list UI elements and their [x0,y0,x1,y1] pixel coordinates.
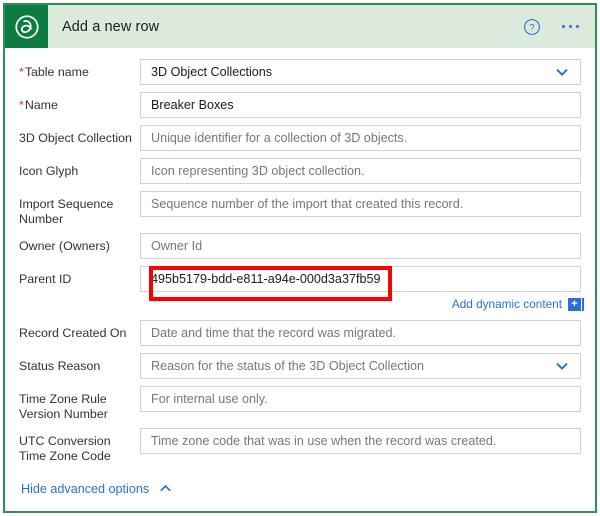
chevron-down-icon[interactable] [552,354,572,378]
card-title: Add a new row [62,18,160,35]
add-dynamic-content-row: Add dynamic content + [5,295,595,313]
field-utc-conversion-time-zone-code[interactable]: Time zone code that was in use when the … [140,428,581,454]
field-placeholder-utc-conversion-time-zone-code: Time zone code that was in use when the … [151,434,497,448]
required-asterisk: * [19,65,24,79]
form-row-status-reason: Status Reason Reason for the status of t… [5,353,595,379]
card-header: Add a new row ? [5,5,595,48]
form-row-owner-owners: Owner (Owners) Owner Id [5,233,595,259]
field-placeholder-3d-object-collection: Unique identifier for a collection of 3D… [151,131,408,145]
field-value-parent-id: 495b5179-bdd-e811-a94e-000d3a37fb59 [151,272,381,286]
form-row-import-sequence-number: Import Sequence Number Sequence number o… [5,191,595,226]
chevron-down-icon[interactable] [552,60,572,84]
field-label-3d-object-collection: 3D Object Collection [19,131,132,145]
svg-text:?: ? [529,22,534,33]
field-value-table-name: 3D Object Collections [151,65,273,79]
field-3d-object-collection[interactable]: Unique identifier for a collection of 3D… [140,125,581,151]
form-row-name: *Name Breaker Boxes [5,92,595,118]
hide-advanced-options-link[interactable]: Hide advanced options [21,482,149,496]
form-row-icon-glyph: Icon Glyph Icon representing 3D object c… [5,158,595,184]
add-dynamic-content-link[interactable]: Add dynamic content [452,297,562,311]
field-table-name[interactable]: 3D Object Collections [140,59,581,85]
advanced-options-toggle-row: Hide advanced options [5,470,595,496]
help-circle-icon[interactable]: ? [522,17,542,37]
field-label-table-name: *Table name [19,65,89,79]
add-a-new-row-action-card: Add a new row ? *Table name 3D Object Co… [3,3,597,513]
field-value-name: Breaker Boxes [151,98,234,112]
add-dynamic-content-icon[interactable]: + [568,297,584,311]
form-row-time-zone-rule-version-number: Time Zone Rule Version Number For intern… [5,386,595,421]
form-body: *Table name 3D Object Collections *Name … [5,48,595,496]
field-placeholder-record-created-on: Date and time that the record was migrat… [151,326,397,340]
field-placeholder-status-reason: Reason for the status of the 3D Object C… [151,359,425,373]
field-placeholder-icon-glyph: Icon representing 3D object collection. [151,164,365,178]
field-label-import-sequence-number: Import Sequence Number [19,197,114,226]
field-record-created-on[interactable]: Date and time that the record was migrat… [140,320,581,346]
field-status-reason[interactable]: Reason for the status of the 3D Object C… [140,353,581,379]
form-row-3d-object-collection: 3D Object Collection Unique identifier f… [5,125,595,151]
ellipsis-dot [575,24,579,29]
field-label-owner-owners: Owner (Owners) [19,239,110,253]
required-asterisk: * [19,98,24,112]
field-label-name: *Name [19,98,58,112]
field-placeholder-time-zone-rule-version-number: For internal use only. [151,392,268,406]
flow-action-card-screenshot: Add a new row ? *Table name 3D Object Co… [0,0,600,516]
field-time-zone-rule-version-number[interactable]: For internal use only. [140,386,581,412]
field-label-icon-glyph: Icon Glyph [19,164,79,178]
ellipsis-dot [568,24,572,29]
field-import-sequence-number[interactable]: Sequence number of the import that creat… [140,191,581,217]
form-row-parent-id: Parent ID 495b5179-bdd-e811-a94e-000d3a3… [5,266,595,292]
form-row-record-created-on: Record Created On Date and time that the… [5,320,595,346]
form-row-utc-conversion-time-zone-code: UTC Conversion Time Zone Code Time zone … [5,428,595,463]
field-label-record-created-on: Record Created On [19,326,127,340]
ellipsis-icon[interactable] [561,24,579,29]
field-owner-owners[interactable]: Owner Id [140,233,581,259]
form-row-table-name: *Table name 3D Object Collections [5,59,595,85]
field-label-status-reason: Status Reason [19,359,101,373]
field-label-time-zone-rule-version-number: Time Zone Rule Version Number [19,392,108,421]
field-placeholder-owner-owners: Owner Id [151,239,203,253]
field-label-parent-id: Parent ID [19,272,72,286]
field-name[interactable]: Breaker Boxes [140,92,581,118]
dataverse-logo-icon [5,5,48,48]
field-label-utc-conversion-time-zone-code: UTC Conversion Time Zone Code [19,434,111,463]
field-icon-glyph[interactable]: Icon representing 3D object collection. [140,158,581,184]
chevron-up-icon[interactable] [158,481,173,496]
field-parent-id[interactable]: 495b5179-bdd-e811-a94e-000d3a37fb59 [140,266,581,292]
field-placeholder-import-sequence-number: Sequence number of the import that creat… [151,197,464,211]
ellipsis-dot [561,24,565,29]
